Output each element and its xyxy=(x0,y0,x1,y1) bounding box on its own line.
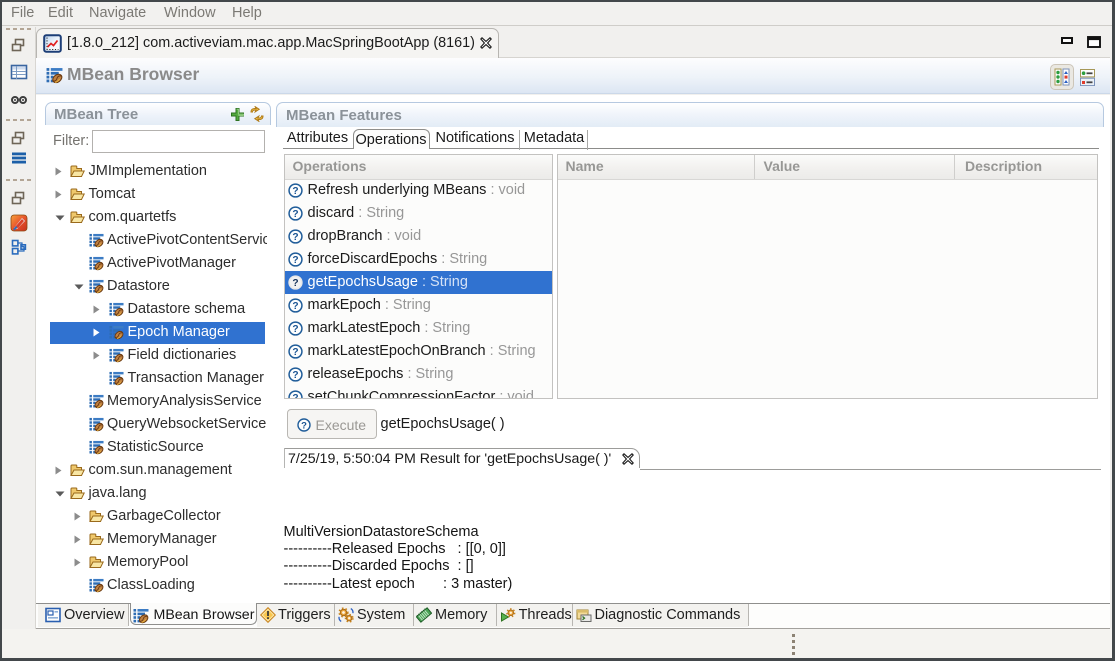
svg-text:?: ? xyxy=(292,186,298,197)
svg-text:?: ? xyxy=(292,393,298,398)
svg-text:?: ? xyxy=(292,209,298,220)
svg-text:?: ? xyxy=(292,301,298,312)
svg-text:?: ? xyxy=(301,420,307,431)
svg-text:?: ? xyxy=(292,347,298,358)
svg-text:?: ? xyxy=(292,370,298,381)
svg-text:?: ? xyxy=(292,232,298,243)
svg-text:?: ? xyxy=(292,255,298,266)
svg-text:?: ? xyxy=(292,278,298,289)
svg-text:?: ? xyxy=(292,324,298,335)
